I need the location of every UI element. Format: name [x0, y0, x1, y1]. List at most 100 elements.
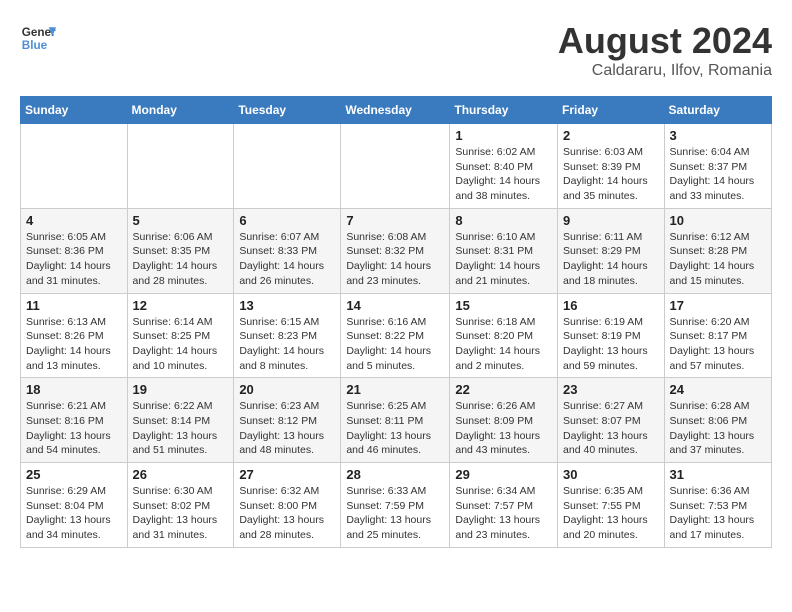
day-number: 18 — [26, 382, 122, 397]
day-number: 7 — [346, 213, 444, 228]
day-cell: 31 Sunrise: 6:36 AMSunset: 7:53 PMDayligh… — [664, 463, 771, 548]
day-cell — [127, 124, 234, 209]
day-number: 22 — [455, 382, 552, 397]
day-cell: 30Sunrise: 6:35 AMSunset: 7:55 PMDayligh… — [558, 463, 665, 548]
day-cell — [234, 124, 341, 209]
day-number: 13 — [239, 298, 335, 313]
day-cell: 3Sunrise: 6:04 AMSunset: 8:37 PMDaylight… — [664, 124, 771, 209]
day-info: Sunrise: 6:33 AMSunset: 7:59 PMDaylight:… — [346, 484, 444, 543]
weekday-header-tuesday: Tuesday — [234, 97, 341, 124]
day-cell: 5Sunrise: 6:06 AMSunset: 8:35 PMDaylight… — [127, 208, 234, 293]
day-number: 29 — [455, 467, 552, 482]
day-cell: 7 Sunrise: 6:08 AMSunset: 8:32 PMDaylight… — [341, 208, 450, 293]
weekday-header-wednesday: Wednesday — [341, 97, 450, 124]
day-info: Sunrise: 6:28 AMSunset: 8:06 PMDaylight:… — [670, 399, 766, 458]
day-number: 27 — [239, 467, 335, 482]
day-cell: 14Sunrise: 6:16 AMSunset: 8:22 PMDayligh… — [341, 293, 450, 378]
day-number: 17 — [670, 298, 766, 313]
day-cell: 20 Sunrise: 6:23 AMSunset: 8:12 PMDayligh… — [234, 378, 341, 463]
day-number: 15 — [455, 298, 552, 313]
day-info: Sunrise: 6:05 AMSunset: 8:36 PMDaylight:… — [26, 230, 122, 289]
day-number: 24 — [670, 382, 766, 397]
day-cell: 28 Sunrise: 6:33 AMSunset: 7:59 PMDayligh… — [341, 463, 450, 548]
day-number: 12 — [133, 298, 229, 313]
day-info: Sunrise: 6:23 AMSunset: 8:12 PMDaylight:… — [239, 399, 335, 458]
day-cell: 2Sunrise: 6:03 AMSunset: 8:39 PMDaylight… — [558, 124, 665, 209]
day-info: Sunrise: 6:20 AMSunset: 8:17 PMDaylight:… — [670, 315, 766, 374]
day-cell: 18 Sunrise: 6:21 AMSunset: 8:16 PMDayligh… — [21, 378, 128, 463]
day-info: Sunrise: 6:25 AMSunset: 8:11 PMDaylight:… — [346, 399, 444, 458]
day-number: 26 — [133, 467, 229, 482]
day-number: 25 — [26, 467, 122, 482]
day-cell: 6 Sunrise: 6:07 AMSunset: 8:33 PMDaylight… — [234, 208, 341, 293]
day-cell: 27 Sunrise: 6:32 AMSunset: 8:00 PMDayligh… — [234, 463, 341, 548]
calendar-table: SundayMondayTuesdayWednesdayThursdayFrid… — [20, 96, 772, 548]
day-number: 30 — [563, 467, 659, 482]
location: Caldararu, Ilfov, Romania — [558, 62, 772, 80]
day-info: Sunrise: 6:22 AMSunset: 8:14 PMDaylight:… — [133, 399, 229, 458]
day-number: 31 — [670, 467, 766, 482]
day-cell: 8Sunrise: 6:10 AMSunset: 8:31 PMDaylight… — [450, 208, 558, 293]
svg-text:Blue: Blue — [22, 39, 48, 52]
week-row-5: 25Sunrise: 6:29 AMSunset: 8:04 PMDayligh… — [21, 463, 772, 548]
month-year: August 2024 — [558, 20, 772, 62]
day-cell: 9 Sunrise: 6:11 AMSunset: 8:29 PMDaylight… — [558, 208, 665, 293]
day-info: Sunrise: 6:19 AMSunset: 8:19 PMDaylight:… — [563, 315, 659, 374]
day-info: Sunrise: 6:32 AMSunset: 8:00 PMDaylight:… — [239, 484, 335, 543]
day-cell: 1Sunrise: 6:02 AMSunset: 8:40 PMDaylight… — [450, 124, 558, 209]
day-number: 4 — [26, 213, 122, 228]
day-info: Sunrise: 6:08 AMSunset: 8:32 PMDaylight:… — [346, 230, 444, 289]
day-number: 19 — [133, 382, 229, 397]
day-cell — [21, 124, 128, 209]
day-cell: 4 Sunrise: 6:05 AMSunset: 8:36 PMDaylight… — [21, 208, 128, 293]
weekday-header-sunday: Sunday — [21, 97, 128, 124]
day-number: 28 — [346, 467, 444, 482]
day-info: Sunrise: 6:34 AMSunset: 7:57 PMDaylight:… — [455, 484, 552, 543]
weekday-header-row: SundayMondayTuesdayWednesdayThursdayFrid… — [21, 97, 772, 124]
day-cell — [341, 124, 450, 209]
day-info: Sunrise: 6:18 AMSunset: 8:20 PMDaylight:… — [455, 315, 552, 374]
day-number: 10 — [670, 213, 766, 228]
day-info: Sunrise: 6:14 AMSunset: 8:25 PMDaylight:… — [133, 315, 229, 374]
day-info: Sunrise: 6:16 AMSunset: 8:22 PMDaylight:… — [346, 315, 444, 374]
day-info: Sunrise: 6:02 AMSunset: 8:40 PMDaylight:… — [455, 145, 552, 204]
day-cell: 24 Sunrise: 6:28 AMSunset: 8:06 PMDayligh… — [664, 378, 771, 463]
day-number: 9 — [563, 213, 659, 228]
day-cell: 19 Sunrise: 6:22 AMSunset: 8:14 PMDayligh… — [127, 378, 234, 463]
day-info: Sunrise: 6:36 AMSunset: 7:53 PMDaylight:… — [670, 484, 766, 543]
title-block: August 2024 Caldararu, Ilfov, Romania — [558, 20, 772, 80]
day-info: Sunrise: 6:03 AMSunset: 8:39 PMDaylight:… — [563, 145, 659, 204]
day-info: Sunrise: 6:04 AMSunset: 8:37 PMDaylight:… — [670, 145, 766, 204]
day-number: 21 — [346, 382, 444, 397]
day-info: Sunrise: 6:26 AMSunset: 8:09 PMDaylight:… — [455, 399, 552, 458]
week-row-3: 11 Sunrise: 6:13 AMSunset: 8:26 PMDayligh… — [21, 293, 772, 378]
day-cell: 17 Sunrise: 6:20 AMSunset: 8:17 PMDayligh… — [664, 293, 771, 378]
day-number: 6 — [239, 213, 335, 228]
week-row-1: 1Sunrise: 6:02 AMSunset: 8:40 PMDaylight… — [21, 124, 772, 209]
day-info: Sunrise: 6:13 AMSunset: 8:26 PMDaylight:… — [26, 315, 122, 374]
day-info: Sunrise: 6:21 AMSunset: 8:16 PMDaylight:… — [26, 399, 122, 458]
day-cell: 21 Sunrise: 6:25 AMSunset: 8:11 PMDayligh… — [341, 378, 450, 463]
day-info: Sunrise: 6:10 AMSunset: 8:31 PMDaylight:… — [455, 230, 552, 289]
week-row-2: 4 Sunrise: 6:05 AMSunset: 8:36 PMDaylight… — [21, 208, 772, 293]
day-info: Sunrise: 6:07 AMSunset: 8:33 PMDaylight:… — [239, 230, 335, 289]
logo: General Blue — [20, 20, 56, 56]
day-cell: 22 Sunrise: 6:26 AMSunset: 8:09 PMDayligh… — [450, 378, 558, 463]
day-number: 11 — [26, 298, 122, 313]
day-info: Sunrise: 6:11 AMSunset: 8:29 PMDaylight:… — [563, 230, 659, 289]
day-number: 20 — [239, 382, 335, 397]
day-cell: 29 Sunrise: 6:34 AMSunset: 7:57 PMDayligh… — [450, 463, 558, 548]
day-cell: 10Sunrise: 6:12 AMSunset: 8:28 PMDayligh… — [664, 208, 771, 293]
day-cell: 23 Sunrise: 6:27 AMSunset: 8:07 PMDayligh… — [558, 378, 665, 463]
day-info: Sunrise: 6:27 AMSunset: 8:07 PMDaylight:… — [563, 399, 659, 458]
day-info: Sunrise: 6:30 AMSunset: 8:02 PMDaylight:… — [133, 484, 229, 543]
day-number: 23 — [563, 382, 659, 397]
day-info: Sunrise: 6:06 AMSunset: 8:35 PMDaylight:… — [133, 230, 229, 289]
day-info: Sunrise: 6:15 AMSunset: 8:23 PMDaylight:… — [239, 315, 335, 374]
page-header: General Blue August 2024 Caldararu, Ilfo… — [20, 20, 772, 80]
day-cell: 25Sunrise: 6:29 AMSunset: 8:04 PMDayligh… — [21, 463, 128, 548]
day-cell: 12 Sunrise: 6:14 AMSunset: 8:25 PMDayligh… — [127, 293, 234, 378]
weekday-header-saturday: Saturday — [664, 97, 771, 124]
day-number: 16 — [563, 298, 659, 313]
day-cell: 16 Sunrise: 6:19 AMSunset: 8:19 PMDayligh… — [558, 293, 665, 378]
